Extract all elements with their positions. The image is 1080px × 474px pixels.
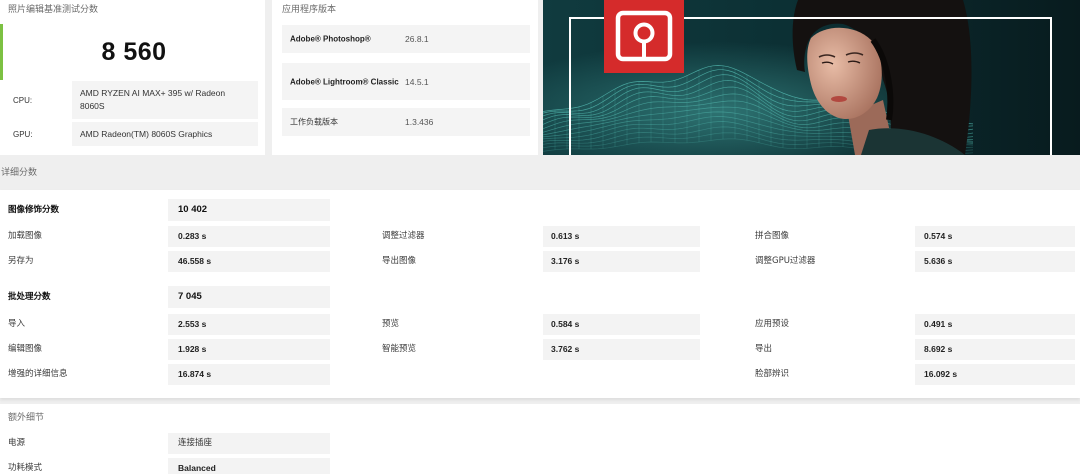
metric-label: 应用预设 <box>755 319 790 329</box>
version-row-workload: 工作负载版本 1.3.436 <box>282 108 530 136</box>
cpu-value: AMD RYZEN AI MAX+ 395 w/ Radeon 8060S <box>72 81 258 119</box>
metric-row: 另存为 46.558 s 导出图像 3.176 s 调整GPU过滤器 5.636… <box>0 251 1080 272</box>
metric-value: 0.574 s <box>915 226 1075 247</box>
metric-value: 16.092 s <box>915 364 1075 385</box>
metric-value: 1.928 s <box>168 339 330 360</box>
detailed-scores-card: 图像修饰分数 10 402 加载图像 0.283 s 调整过滤器 0.613 s… <box>0 190 1080 398</box>
version-number: 14.5.1 <box>405 76 429 87</box>
hero-illustration <box>543 0 1080 155</box>
version-row-lightroom: Adobe® Lightroom® Classic 14.5.1 <box>282 63 530 100</box>
metric-value: 16.874 s <box>168 364 330 385</box>
power-mode-value: Balanced <box>168 458 330 474</box>
metric-label: 导出 <box>755 344 773 354</box>
benchmark-result-page: 照片编辑基准测试分数 8 560 CPU: AMD RYZEN AI MAX+ … <box>0 0 1080 474</box>
metric-label: 调整GPU过滤器 <box>755 256 816 266</box>
metric-value: 0.283 s <box>168 226 330 247</box>
metric-value: 3.176 s <box>543 251 700 272</box>
metric-row: 加载图像 0.283 s 调整过滤器 0.613 s 拼合图像 0.574 s <box>0 226 1080 247</box>
metric-value: 3.762 s <box>543 339 700 360</box>
gpu-value: AMD Radeon(TM) 8060S Graphics <box>72 122 258 146</box>
app-versions-title: 应用程序版本 <box>282 5 337 15</box>
app-versions-card: 应用程序版本 Adobe® Photoshop® 26.8.1 Adobe® L… <box>272 0 538 155</box>
metric-label: 调整过滤器 <box>382 231 425 241</box>
power-mode-label: 功耗模式 <box>8 463 43 473</box>
version-app-name: 工作负载版本 <box>290 117 338 127</box>
score-card-title: 照片编辑基准测试分数 <box>8 5 99 15</box>
batch-processing-score-value: 7 045 <box>168 286 330 308</box>
version-number: 1.3.436 <box>405 117 434 127</box>
metric-label: 加载图像 <box>8 231 43 241</box>
metric-label: 脸部辨识 <box>755 369 790 379</box>
metric-label: 导出图像 <box>382 256 417 266</box>
power-mode-row: 功耗模式 Balanced <box>0 458 1080 474</box>
metric-label: 增强的详细信息 <box>8 369 68 379</box>
metric-value: 46.558 s <box>168 251 330 272</box>
metric-label: 预览 <box>382 319 400 329</box>
metric-row: 增强的详细信息 16.874 s 脸部辨识 16.092 s <box>0 364 1080 385</box>
cpu-label: CPU: <box>13 96 33 105</box>
extra-details-title: 额外细节 <box>8 413 45 423</box>
image-retouching-score-row: 图像修饰分数 10 402 <box>0 199 1080 221</box>
hero-banner <box>543 0 1080 155</box>
metric-label: 拼合图像 <box>755 231 790 241</box>
metric-label: 智能预览 <box>382 344 417 354</box>
power-source-row: 电源 连接插座 <box>0 433 1080 454</box>
metric-value: 0.491 s <box>915 314 1075 335</box>
image-retouching-score-label: 图像修饰分数 <box>8 205 60 215</box>
metric-row: 编辑图像 1.928 s 智能预览 3.762 s 导出 8.692 s <box>0 339 1080 360</box>
image-retouching-score-value: 10 402 <box>168 199 330 221</box>
version-app-name: Adobe® Photoshop® <box>290 34 371 44</box>
metric-value: 0.613 s <box>543 226 700 247</box>
metric-value: 8.692 s <box>915 339 1075 360</box>
photo-editing-logo-icon <box>604 0 684 73</box>
metric-label: 另存为 <box>8 256 34 266</box>
detailed-scores-title: 详细分数 <box>1 168 38 178</box>
overall-score: 8 560 <box>101 38 167 66</box>
extra-details-card: 额外细节 电源 连接插座 功耗模式 Balanced <box>0 404 1080 474</box>
version-number: 26.8.1 <box>405 34 429 44</box>
metric-label: 编辑图像 <box>8 344 43 354</box>
version-row-photoshop: Adobe® Photoshop® 26.8.1 <box>282 25 530 53</box>
metric-value: 0.584 s <box>543 314 700 335</box>
version-app-name: Adobe® Lightroom® Classic <box>290 77 399 86</box>
overall-score-card: 照片编辑基准测试分数 8 560 CPU: AMD RYZEN AI MAX+ … <box>0 0 265 155</box>
batch-processing-score-label: 批处理分数 <box>8 292 51 302</box>
power-source-label: 电源 <box>8 438 26 448</box>
batch-processing-score-row: 批处理分数 7 045 <box>0 286 1080 308</box>
metric-row: 导入 2.553 s 预览 0.584 s 应用预设 0.491 s <box>0 314 1080 335</box>
metric-label: 导入 <box>8 319 26 329</box>
metric-value: 2.553 s <box>168 314 330 335</box>
power-source-value: 连接插座 <box>168 433 330 454</box>
gpu-label: GPU: <box>13 130 33 139</box>
metric-value: 5.636 s <box>915 251 1075 272</box>
